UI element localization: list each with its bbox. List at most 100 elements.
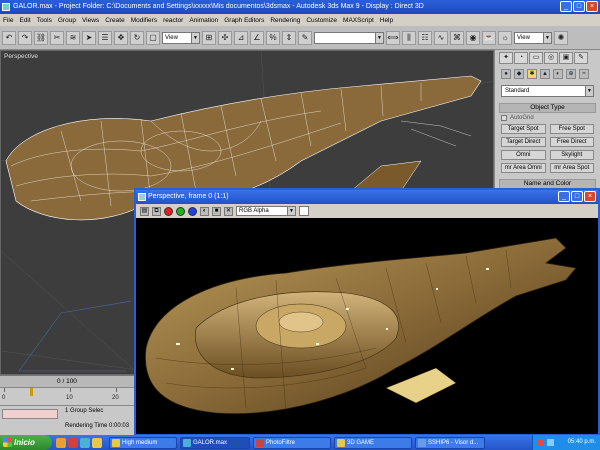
quick-launch-icon[interactable] bbox=[92, 437, 102, 448]
omni-button[interactable]: Omni bbox=[501, 150, 546, 160]
clock[interactable]: 05:40 p.m. bbox=[568, 439, 596, 445]
undo-icon[interactable]: ↶ bbox=[2, 30, 16, 45]
main-title-bar[interactable]: GALOR.max - Project Folder: C:\Documents… bbox=[0, 0, 600, 14]
render-minimize-button[interactable]: _ bbox=[558, 191, 570, 202]
menu-rendering[interactable]: Rendering bbox=[270, 17, 300, 24]
menu-edit[interactable]: Edit bbox=[19, 17, 30, 24]
menu-file[interactable]: File bbox=[3, 17, 13, 24]
angle-snap-icon[interactable]: ∠ bbox=[250, 30, 264, 45]
spacewarps-icon[interactable]: ⊕ bbox=[566, 69, 576, 79]
select-icon[interactable]: ➤ bbox=[82, 30, 96, 45]
menu-customize[interactable]: Customize bbox=[306, 17, 337, 24]
create-tab-icon[interactable]: ✦ bbox=[499, 52, 513, 64]
menu-views[interactable]: Views bbox=[82, 17, 99, 24]
viewport-label[interactable]: Perspective bbox=[4, 53, 38, 60]
rotate-icon[interactable]: ↻ bbox=[130, 30, 144, 45]
quick-launch-icon[interactable] bbox=[80, 437, 90, 448]
clear-icon[interactable]: ✕ bbox=[224, 206, 233, 216]
cameras-icon[interactable]: ▲ bbox=[540, 69, 550, 79]
render-icon[interactable]: ✺ bbox=[554, 30, 568, 45]
target-direct-button[interactable]: Target Direct bbox=[501, 137, 546, 147]
free-direct-button[interactable]: Free Direct bbox=[549, 137, 594, 147]
motion-tab-icon[interactable]: ◎ bbox=[544, 52, 558, 64]
helpers-icon[interactable]: ◐ bbox=[553, 69, 563, 79]
mr-area-spot-button[interactable]: mr Area Spot bbox=[549, 163, 594, 173]
taskbar-item[interactable]: 3D GAME bbox=[334, 436, 412, 449]
menu-maxscript[interactable]: MAXScript bbox=[343, 17, 374, 24]
alpha-channel-icon[interactable]: ◐ bbox=[200, 206, 209, 216]
utilities-tab-icon[interactable]: ✎ bbox=[574, 52, 588, 64]
schematic-icon[interactable]: ⌘ bbox=[450, 30, 464, 45]
redo-icon[interactable]: ↷ bbox=[18, 30, 32, 45]
save-bitmap-icon[interactable]: ▤ bbox=[140, 206, 149, 216]
autogrid-option[interactable]: AutoGrid bbox=[501, 115, 594, 121]
taskbar-item[interactable]: High medium bbox=[109, 436, 177, 449]
bind-icon[interactable]: ≋ bbox=[66, 30, 80, 45]
monochrome-icon[interactable]: ■ bbox=[212, 206, 221, 216]
antivirus-tray-icon[interactable] bbox=[537, 439, 544, 446]
curve-editor-icon[interactable]: ∿ bbox=[434, 30, 448, 45]
channel-select[interactable]: RGB Alpha ▼ bbox=[236, 206, 296, 216]
menu-animation[interactable]: Animation bbox=[189, 17, 218, 24]
taskbar-item[interactable]: PhotoFiltre bbox=[253, 436, 331, 449]
render-window-title-bar[interactable]: Perspective, frame 0 (1:1) _ □ × bbox=[136, 190, 598, 204]
reference-coord-select[interactable]: View ▼ bbox=[162, 31, 200, 44]
taskbar-item[interactable]: GALOR.max bbox=[180, 436, 250, 449]
pixel-color-swatch[interactable] bbox=[299, 206, 309, 216]
target-spot-button[interactable]: Target Spot bbox=[501, 124, 546, 134]
menu-tools[interactable]: Tools bbox=[37, 17, 52, 24]
unlink-icon[interactable]: ✂ bbox=[50, 30, 64, 45]
object-type-rollout[interactable]: Object Type bbox=[499, 103, 596, 113]
link-icon[interactable]: ⛓ bbox=[34, 30, 48, 45]
autogrid-checkbox[interactable] bbox=[501, 115, 507, 121]
quick-render-icon[interactable]: ☼ bbox=[498, 30, 512, 45]
minimize-button[interactable]: _ bbox=[560, 1, 572, 12]
green-channel-toggle[interactable] bbox=[176, 206, 185, 216]
network-tray-icon[interactable] bbox=[547, 439, 554, 446]
spinner-snap-icon[interactable]: ⇕ bbox=[282, 30, 296, 45]
quick-launch-icon[interactable] bbox=[56, 437, 66, 448]
light-category-select[interactable]: Standard ▼ bbox=[501, 85, 594, 97]
taskbar-item[interactable]: SSHIP6 - Visor d... bbox=[415, 436, 485, 449]
start-button[interactable]: Inicio bbox=[0, 435, 52, 450]
systems-icon[interactable]: ≈ bbox=[579, 69, 589, 79]
named-selection-sets[interactable]: ▼ bbox=[314, 31, 384, 44]
percent-snap-icon[interactable]: % bbox=[266, 30, 280, 45]
time-marker[interactable] bbox=[30, 388, 33, 396]
shapes-icon[interactable]: ◆ bbox=[514, 69, 524, 79]
snap-icon[interactable]: ⊿ bbox=[234, 30, 248, 45]
select-name-icon[interactable]: ☰ bbox=[98, 30, 112, 45]
hierarchy-tab-icon[interactable]: ▭ bbox=[529, 52, 543, 64]
free-spot-button[interactable]: Free Spot bbox=[549, 124, 594, 134]
menu-group[interactable]: Group bbox=[58, 17, 76, 24]
scale-icon[interactable]: ▢ bbox=[146, 30, 160, 45]
clone-window-icon[interactable]: ⧉ bbox=[152, 206, 161, 216]
lights-icon[interactable]: ✱ bbox=[527, 69, 537, 79]
select-manipulate-icon[interactable]: ✣ bbox=[218, 30, 232, 45]
blue-channel-toggle[interactable] bbox=[188, 206, 197, 216]
named-sets-icon[interactable]: ✎ bbox=[298, 30, 312, 45]
render-type-select[interactable]: View ▼ bbox=[514, 31, 552, 44]
pivot-icon[interactable]: ⊞ bbox=[202, 30, 216, 45]
display-tab-icon[interactable]: ▣ bbox=[559, 52, 573, 64]
close-button[interactable]: × bbox=[586, 1, 598, 12]
menu-graph-editors[interactable]: Graph Editors bbox=[224, 17, 264, 24]
maximize-button[interactable]: □ bbox=[573, 1, 585, 12]
menu-create[interactable]: Create bbox=[105, 17, 125, 24]
menu-help[interactable]: Help bbox=[380, 17, 393, 24]
align-icon[interactable]: ⫼ bbox=[402, 30, 416, 45]
time-slider[interactable]: 0 / 100 bbox=[0, 375, 134, 387]
red-channel-toggle[interactable] bbox=[164, 206, 173, 216]
track-bar[interactable]: 0 10 20 bbox=[0, 387, 134, 405]
skylight-button[interactable]: Skylight bbox=[549, 150, 594, 160]
maxscript-listener-mini[interactable] bbox=[2, 409, 58, 419]
material-icon[interactable]: ◉ bbox=[466, 30, 480, 45]
layer-icon[interactable]: ☷ bbox=[418, 30, 432, 45]
geometry-icon[interactable]: ● bbox=[501, 69, 511, 79]
mr-area-omni-button[interactable]: mr Area Omni bbox=[501, 163, 546, 173]
menu-modifiers[interactable]: Modifiers bbox=[131, 17, 157, 24]
render-maximize-button[interactable]: □ bbox=[571, 191, 583, 202]
render-setup-icon[interactable]: ☕ bbox=[482, 30, 496, 45]
move-icon[interactable]: ✥ bbox=[114, 30, 128, 45]
menu-reactor[interactable]: reactor bbox=[163, 17, 183, 24]
